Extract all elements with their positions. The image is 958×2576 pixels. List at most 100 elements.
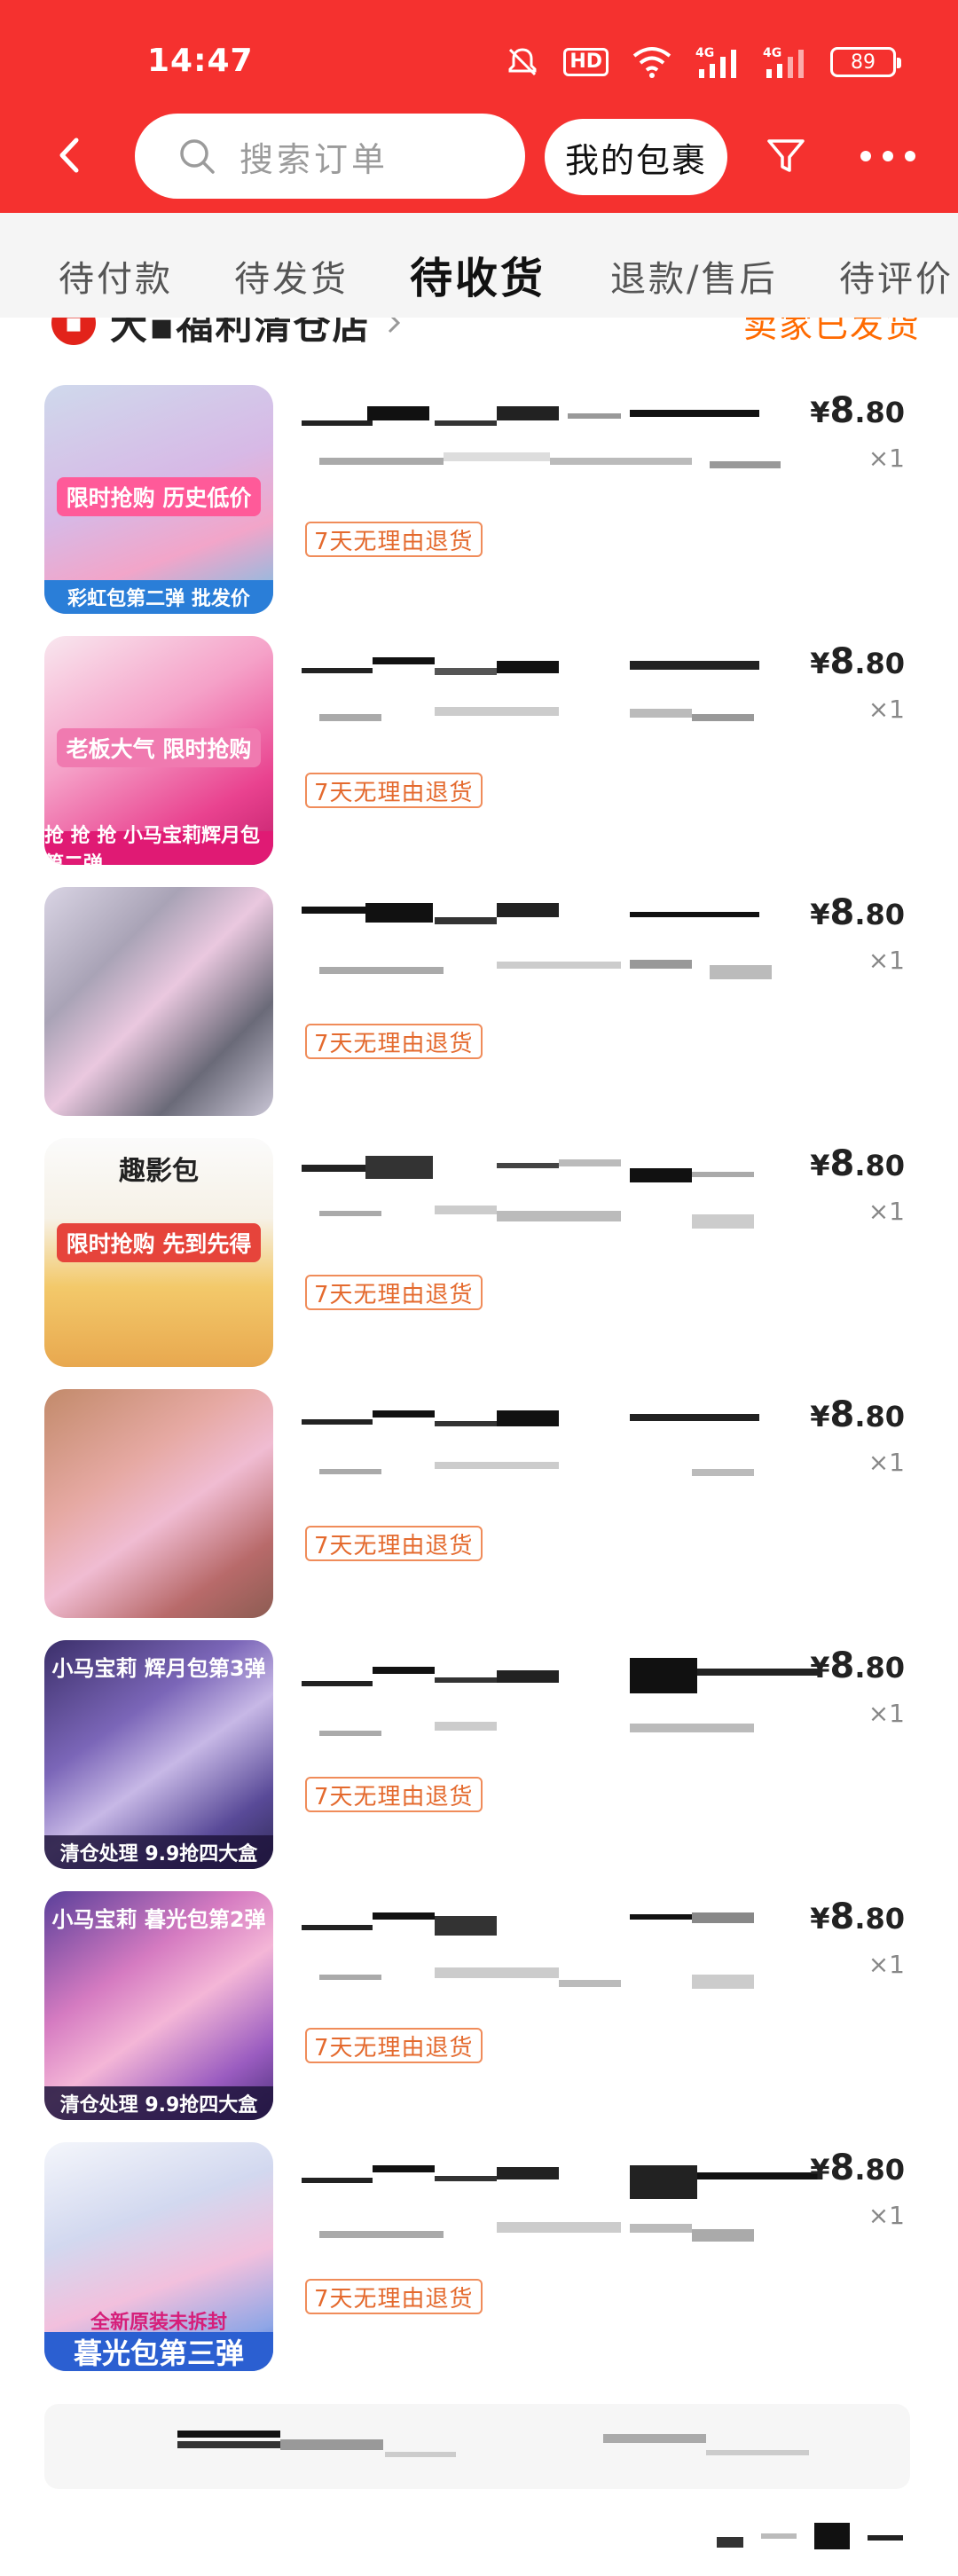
order-item[interactable]: 趣影包 限时抢购 先到先得 ¥8.80 ×1 7天无理由退货 [16,1138,942,1389]
item-quantity: ×1 [868,1448,905,1477]
return-policy-tag: 7天无理由退货 [305,773,483,808]
battery-level: 89 [851,51,876,74]
item-quantity: ×1 [868,2201,905,2230]
return-policy-tag: 7天无理由退货 [305,1275,483,1310]
item-quantity: ×1 [868,1699,905,1728]
item-quantity: ×1 [868,946,905,975]
price-decimal: .80 [854,1902,905,1936]
my-package-button[interactable]: 我的包裹 [545,119,727,195]
filter-icon[interactable] [765,135,807,177]
return-policy-tag: 7天无理由退货 [305,1777,483,1812]
price-integer: 8 [829,1645,855,1686]
order-actions-redacted [699,2517,912,2553]
back-icon[interactable] [48,133,92,177]
product-title-redacted [302,1147,823,1245]
item-price: ¥8.80 [810,390,905,431]
price-currency: ¥ [810,898,830,931]
product-title-redacted [302,1398,823,1496]
price-integer: 8 [829,1897,855,1937]
price-currency: ¥ [810,1400,830,1433]
thumb-caption: 清仓处理 9.9抢四大盒 [44,1835,273,1869]
hd-icon: HD [563,48,609,76]
tab-pending-shipment[interactable]: 待发货 [234,250,349,302]
order-summary-bar[interactable] [44,2404,910,2489]
thumb-promo-text: 限时抢购 历史低价 [57,477,261,516]
order-item[interactable]: 老板大气 限时抢购 抢 抢 抢 小马宝莉辉月包第二弹 ¥8.80 ×1 7天无理… [16,636,942,887]
thumb-promo-text: 限时抢购 先到先得 [57,1223,261,1262]
battery-icon: 89 [830,47,901,77]
order-item[interactable]: ¥8.80 ×1 7天无理由退货 [16,887,942,1138]
thumb-caption: 抢 抢 抢 小马宝莉辉月包第二弹 [44,825,273,865]
item-price: ¥8.80 [810,892,905,933]
search-icon [180,139,215,174]
more-icon[interactable] [857,147,919,165]
svg-text:4G: 4G [763,46,781,60]
item-quantity: ×1 [868,695,905,724]
return-policy-tag: 7天无理由退货 [305,1526,483,1561]
product-title-redacted [302,1649,823,1747]
price-decimal: .80 [854,1651,905,1685]
item-quantity: ×1 [868,1197,905,1226]
product-thumbnail[interactable]: 全新原装未拆封 暮光包第三弹 [44,2142,273,2371]
search-placeholder: 搜索订单 [240,139,389,179]
order-item[interactable]: 小马宝莉 辉月包第3弹 清仓处理 9.9抢四大盒 ¥8.80 ×1 7天无理由退… [16,1640,942,1891]
status-time: 14:47 [147,43,254,79]
price-integer: 8 [829,892,855,933]
mute-bell-icon [508,48,537,76]
nav-row: 搜索订单 我的包裹 [0,114,958,200]
price-decimal: .80 [854,1400,905,1433]
search-input[interactable]: 搜索订单 [135,114,525,199]
price-integer: 8 [829,2148,855,2188]
thumb-top-text: 趣影包 [119,1156,199,1187]
price-currency: ¥ [810,1902,830,1936]
product-thumbnail[interactable] [44,887,273,1116]
return-policy-tag: 7天无理由退货 [305,2279,483,2314]
thumb-promo-text: 全新原装未拆封 [90,2312,227,2334]
status-icons: HD 4G 4G 89 [505,43,901,82]
product-thumbnail[interactable]: 老板大气 限时抢购 抢 抢 抢 小马宝莉辉月包第二弹 [44,636,273,865]
product-thumbnail[interactable]: 限时抢购 历史低价 彩虹包第二弹 批发价 [44,385,273,614]
thumb-top-text: 小马宝莉 暮光包第2弹 [51,1907,266,1932]
tab-refund-aftersale[interactable]: 退款/售后 [610,250,777,302]
item-quantity: ×1 [868,444,905,473]
thumb-caption: 暮光包第三弹 [44,2332,273,2371]
order-status-text: 卖家已发货 [742,318,921,345]
shop-header[interactable]: ▪ 大▪福利清仓店 [51,318,403,349]
product-title-redacted [302,2151,823,2249]
thumb-caption: 清仓处理 9.9抢四大盒 [44,2086,273,2120]
product-thumbnail[interactable] [44,1389,273,1618]
price-currency: ¥ [810,1149,830,1182]
price-decimal: .80 [854,396,905,429]
item-price: ¥8.80 [810,1645,905,1686]
product-title-redacted [302,394,823,491]
price-decimal: .80 [854,1149,905,1182]
order-item[interactable]: ¥8.80 ×1 7天无理由退货 [16,1389,942,1640]
price-decimal: .80 [854,2153,905,2187]
tab-pending-payment[interactable]: 待付款 [59,250,173,302]
return-policy-tag: 7天无理由退货 [305,522,483,557]
status-bar: 14:47 HD 4G 4G 89 [0,0,958,106]
svg-text:4G: 4G [695,46,714,60]
thumb-caption: 彩虹包第二弹 批发价 [44,580,273,614]
product-thumbnail[interactable]: 小马宝莉 辉月包第3弹 清仓处理 9.9抢四大盒 [44,1640,273,1869]
price-currency: ¥ [810,396,830,429]
price-integer: 8 [829,390,855,431]
chevron-right-icon [389,318,401,334]
order-item[interactable]: 限时抢购 历史低价 彩虹包第二弹 批发价 ¥8.80 ×1 7天无理由退货 [16,385,942,636]
tab-pending-receipt[interactable]: 待收货 [410,243,546,305]
top-header: 14:47 HD 4G 4G 89 搜索订单 我的包裹 [0,0,958,213]
return-policy-tag: 7天无理由退货 [305,1024,483,1059]
order-item[interactable]: 小马宝莉 暮光包第2弹 清仓处理 9.9抢四大盒 ¥8.80 ×1 7天无理由退… [16,1891,942,2142]
price-integer: 8 [829,1394,855,1435]
wifi-icon [632,47,671,78]
item-price: ¥8.80 [810,1897,905,1937]
tab-pending-review[interactable]: 待评价 [839,250,954,302]
price-decimal: .80 [854,647,905,680]
return-policy-tag: 7天无理由退货 [305,2028,483,2063]
product-thumbnail[interactable]: 趣影包 限时抢购 先到先得 [44,1138,273,1367]
shop-name: 大▪福利清仓店 [110,318,372,348]
order-item[interactable]: 全新原装未拆封 暮光包第三弹 ¥8.80 ×1 7天无理由退货 [16,2142,942,2393]
product-thumbnail[interactable]: 小马宝莉 暮光包第2弹 清仓处理 9.9抢四大盒 [44,1891,273,2120]
order-status-tabs: 待付款 待发货 待收货 退款/售后 待评价 [0,213,958,318]
item-price: ¥8.80 [810,2148,905,2188]
